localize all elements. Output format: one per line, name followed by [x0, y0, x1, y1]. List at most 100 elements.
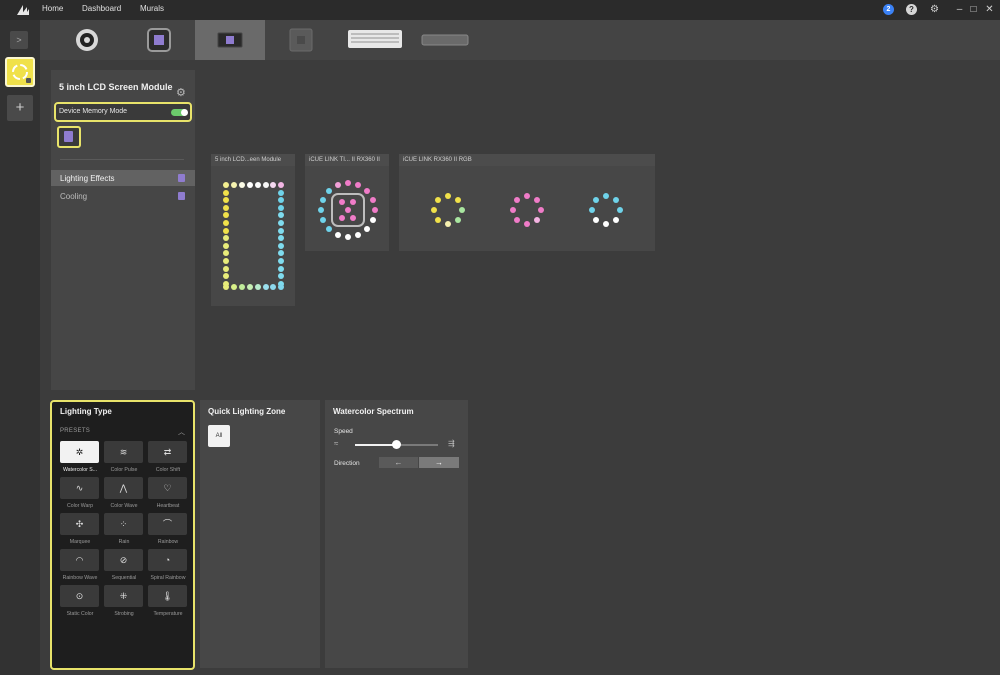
zone-all-button[interactable]: All [208, 425, 230, 447]
preset-tile-color-pulse[interactable]: ≋ [104, 441, 143, 463]
pump-led [350, 215, 356, 221]
lcd-led [278, 242, 284, 249]
preset-icon: ∿ [75, 483, 84, 493]
lcd-led [230, 182, 237, 188]
preset-tile-spiral-rainbow[interactable]: ◔ [148, 549, 187, 571]
preset-label: Temperature [153, 611, 183, 617]
device-settings-gear-icon[interactable]: ⚙ [176, 86, 186, 99]
direction-left-button[interactable]: ← [379, 457, 418, 468]
device-tab-pump[interactable] [52, 20, 122, 60]
lcd-led [254, 284, 261, 290]
preset-icon: ⁘ [119, 519, 128, 529]
preset-tile-static-color[interactable]: ⊙ [60, 585, 99, 607]
preset-icon: ♡ [163, 483, 172, 493]
preset-icon: ⁜ [119, 591, 128, 601]
preset-label: Color Warp [66, 503, 94, 509]
direction-right-button[interactable]: → [419, 457, 459, 468]
preset-label: Watercolor S... [62, 467, 98, 473]
preset-icon: ⊙ [75, 591, 84, 601]
lcd-led [223, 258, 229, 264]
rail-device-lcd[interactable] [5, 57, 35, 87]
preset-label: Marquee [69, 539, 91, 545]
pump-led [320, 196, 327, 203]
memory-chip-icon [64, 131, 73, 142]
slow-speed-icon: ≈ [334, 439, 339, 448]
preset-tile-temperature[interactable]: 🌡 [148, 585, 187, 607]
maximize-button[interactable]: □ [967, 3, 980, 16]
fan-led [510, 207, 516, 213]
pump-led [350, 199, 356, 205]
fan-led [617, 207, 623, 213]
zone-header-rx360-rgb: iCUE LINK RX360 II RGB [399, 154, 655, 166]
fan-led [524, 221, 530, 227]
device-tab-keyboard[interactable] [340, 20, 410, 60]
preset-label: Color Pulse [110, 467, 138, 473]
device-tab-lcd[interactable] [195, 20, 265, 60]
preset-tile-rain[interactable]: ⁘ [104, 513, 143, 535]
preset-tile-color-wave[interactable]: ⋀ [104, 477, 143, 499]
minimize-button[interactable]: – [953, 3, 966, 16]
lcd-led [246, 182, 253, 188]
menu-item-cooling[interactable]: Cooling [60, 192, 87, 201]
preset-label: Static Color [66, 611, 94, 617]
preset-icon: ⊘ [119, 555, 128, 565]
preset-tile-rainbow[interactable]: ⌒ [148, 513, 187, 535]
settings-gear-icon[interactable]: ⚙ [928, 3, 941, 16]
corsair-logo[interactable] [16, 3, 30, 17]
expand-rail-button[interactable]: > [10, 31, 28, 49]
fan-led [514, 216, 521, 223]
lcd-led [278, 204, 284, 211]
fan-led [454, 216, 461, 223]
fan-led [445, 193, 451, 199]
nav-murals[interactable]: Murals [140, 4, 164, 13]
presets-section-label: PRESETS [60, 428, 91, 434]
notification-icon[interactable]: 2 [883, 4, 894, 15]
pump-led [325, 187, 332, 194]
fan-led [538, 207, 544, 213]
lcd-led [230, 284, 237, 290]
speed-slider-handle[interactable] [392, 440, 401, 449]
lcd-led [223, 204, 229, 211]
preset-tile-sequential[interactable]: ⊘ [104, 549, 143, 571]
nav-home[interactable]: Home [42, 4, 63, 13]
pump-led [372, 207, 378, 213]
lcd-led [254, 182, 261, 188]
lcd-led [223, 265, 229, 272]
hub-icon [289, 28, 313, 52]
preset-label: Sequential [111, 575, 137, 581]
nav-dashboard[interactable]: Dashboard [82, 4, 121, 13]
lcd-led [238, 182, 245, 188]
pump-led [318, 207, 324, 213]
zone-header-rx360-ti: iCUE LINK TI... II RX360 II [305, 154, 389, 166]
fan-led [533, 216, 540, 223]
fan-led [612, 197, 619, 204]
collapse-caret-icon[interactable]: ︿ [178, 427, 185, 437]
preset-tile-strobing[interactable]: ⁜ [104, 585, 143, 607]
device-memory-mode-label: Device Memory Mode [59, 108, 128, 115]
add-device-button[interactable]: + [7, 95, 33, 121]
preset-label: Rainbow Wave [62, 575, 98, 581]
device-tab-pump-block[interactable] [124, 20, 194, 60]
preset-tile-heartbeat[interactable]: ♡ [148, 477, 187, 499]
preset-tile-color-warp[interactable]: ∿ [60, 477, 99, 499]
pump-led [345, 234, 351, 240]
zone-header-lcd: 5 inch LCD...een Module [211, 154, 295, 166]
fan-led [524, 193, 530, 199]
memory-chip-icon [178, 192, 185, 200]
fan-led [589, 207, 595, 213]
lcd-led [223, 227, 229, 234]
preset-tile-rainbow-wave[interactable]: ◠ [60, 549, 99, 571]
close-button[interactable]: ✕ [983, 3, 996, 16]
help-icon[interactable]: ? [906, 4, 917, 15]
toggle-knob [181, 109, 188, 116]
preset-tile-watercolor-s[interactable]: ✲ [60, 441, 99, 463]
pump-led [369, 196, 376, 203]
preset-tile-marquee[interactable]: ✣ [60, 513, 99, 535]
fan-led [533, 197, 540, 204]
device-tab-radiator[interactable] [410, 20, 480, 60]
fan-led [445, 221, 451, 227]
device-tab-hub[interactable] [266, 20, 336, 60]
lcd-led [223, 284, 229, 290]
preset-tile-color-shift[interactable]: ⇄ [148, 441, 187, 463]
pump-led [339, 215, 345, 221]
